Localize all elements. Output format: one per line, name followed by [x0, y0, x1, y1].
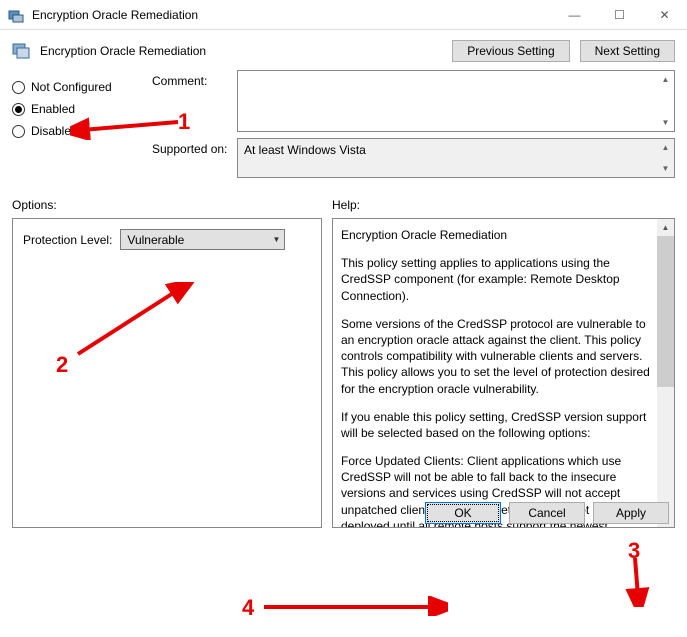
- window-title: Encryption Oracle Remediation: [32, 8, 552, 22]
- radio-not-configured[interactable]: Not Configured: [12, 80, 134, 94]
- policy-icon: [12, 41, 32, 62]
- radio-label: Enabled: [31, 102, 75, 116]
- arrow-4-icon: [258, 596, 448, 616]
- annotation-4: 4: [242, 595, 254, 621]
- minimize-button[interactable]: —: [552, 0, 597, 29]
- protection-level-value: Vulnerable: [127, 233, 272, 247]
- radio-label: Not Configured: [31, 80, 112, 94]
- help-scrollbar[interactable]: ▲ ▼: [657, 219, 674, 527]
- scrollbar-thumb[interactable]: [657, 236, 674, 387]
- scroll-up-icon[interactable]: ▲: [657, 139, 674, 156]
- radio-disabled[interactable]: Disabled: [12, 124, 134, 138]
- protection-level-select[interactable]: Vulnerable ▼: [120, 229, 285, 250]
- titlebar: Encryption Oracle Remediation — ☐ ✕: [0, 0, 687, 30]
- maximize-button[interactable]: ☐: [597, 0, 642, 29]
- supported-on-box: At least Windows Vista ▲ ▼: [237, 138, 675, 178]
- radio-enabled[interactable]: Enabled: [12, 102, 134, 116]
- supported-on-label: Supported on:: [152, 138, 237, 178]
- close-button[interactable]: ✕: [642, 0, 687, 29]
- radio-label: Disabled: [31, 124, 78, 138]
- annotation-3: 3: [628, 538, 640, 564]
- help-paragraph: This policy setting applies to applicati…: [341, 255, 651, 304]
- radio-icon: [12, 125, 25, 138]
- supported-on-value: At least Windows Vista: [238, 139, 674, 177]
- help-paragraph: Some versions of the CredSSP protocol ar…: [341, 316, 651, 397]
- radio-icon: [12, 103, 25, 116]
- ok-button[interactable]: OK: [425, 502, 501, 524]
- options-label: Options:: [12, 198, 332, 212]
- help-text: Encryption Oracle Remediation This polic…: [333, 219, 657, 527]
- comment-value: [238, 71, 674, 131]
- chevron-down-icon: ▼: [272, 235, 280, 244]
- page-title: Encryption Oracle Remediation: [40, 44, 206, 58]
- scrollbar-track[interactable]: [657, 236, 674, 510]
- dialog-footer: OK Cancel Apply: [425, 502, 669, 524]
- scroll-down-icon[interactable]: ▼: [657, 114, 674, 131]
- window-controls: — ☐ ✕: [552, 0, 687, 29]
- radio-icon: [12, 81, 25, 94]
- arrow-3-icon: [590, 552, 660, 607]
- cancel-button[interactable]: Cancel: [509, 502, 585, 524]
- help-paragraph: Encryption Oracle Remediation: [341, 227, 651, 243]
- apply-button[interactable]: Apply: [593, 502, 669, 524]
- scroll-up-icon[interactable]: ▲: [657, 71, 674, 88]
- help-paragraph: If you enable this policy setting, CredS…: [341, 409, 651, 441]
- help-label: Help:: [332, 198, 360, 212]
- state-radio-group: Not Configured Enabled Disabled: [12, 70, 134, 184]
- scroll-down-icon[interactable]: ▼: [657, 160, 674, 177]
- help-panel: Encryption Oracle Remediation This polic…: [332, 218, 675, 528]
- comment-textarea[interactable]: ▲ ▼: [237, 70, 675, 132]
- protection-level-label: Protection Level:: [23, 233, 112, 247]
- previous-setting-button[interactable]: Previous Setting: [452, 40, 569, 62]
- gpo-icon: [8, 7, 24, 23]
- next-setting-button[interactable]: Next Setting: [580, 40, 675, 62]
- comment-label: Comment:: [152, 70, 237, 132]
- header-row: Encryption Oracle Remediation Previous S…: [12, 40, 675, 62]
- scroll-up-icon[interactable]: ▲: [657, 219, 674, 236]
- options-panel: Protection Level: Vulnerable ▼: [12, 218, 322, 528]
